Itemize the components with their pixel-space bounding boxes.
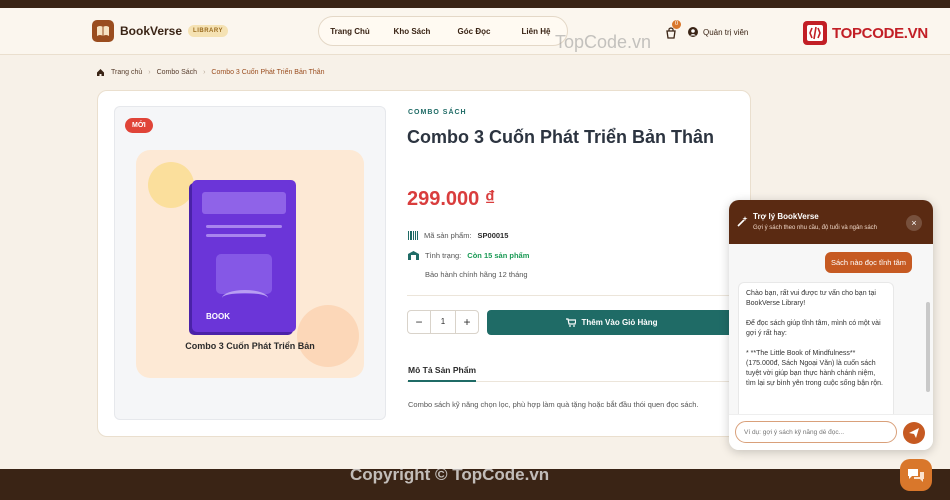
- magic-wand-icon: [737, 216, 748, 227]
- add-to-cart-button[interactable]: Thêm Vào Giỏ Hàng: [487, 310, 737, 335]
- book-cover-box: [216, 254, 272, 294]
- book-cover-line: [206, 234, 266, 237]
- chevron-right-icon: ›: [203, 69, 206, 76]
- increase-qty-button[interactable]: +: [456, 311, 478, 333]
- product-title: Combo 3 Cuốn Phát Triển Bản Thân: [407, 127, 715, 147]
- book-cover-bar: [202, 192, 286, 214]
- book-cover-line: [206, 225, 282, 228]
- chat-toggle-button[interactable]: [900, 459, 932, 491]
- brand-badge: LIBRARY: [188, 25, 228, 37]
- nav-reading-corner[interactable]: Góc Đọc: [443, 27, 505, 36]
- sku-value: SP00015: [477, 231, 509, 240]
- sku-row: Mã sản phẩm: SP00015: [408, 231, 508, 240]
- breadcrumb: Trang chủ › Combo Sách › Combo 3 Cuốn Ph…: [96, 68, 325, 77]
- book-cover-label: BOOK: [206, 312, 230, 321]
- watermark-brand-text: TOPCODE.VN: [832, 24, 928, 42]
- promo-topbar: [0, 0, 950, 8]
- sku-label: Mã sản phẩm:: [424, 231, 472, 240]
- tab-description[interactable]: Mô Tả Sản Phẩm: [408, 365, 477, 382]
- chat-subtitle: Gợi ý sách theo nhu cầu, độ tuổi và ngân…: [753, 225, 878, 231]
- bot-message: Chào bạn, rất vui được tư vấn cho bạn tạ…: [738, 282, 894, 414]
- book-cover-arc: [222, 290, 268, 306]
- book-cover-illustration: BOOK: [192, 180, 296, 332]
- cart-plus-icon: [566, 318, 577, 327]
- bot-message-paragraph: Chào bạn, rất vui được tư vấn cho bạn tạ…: [746, 290, 876, 307]
- watermark-brand: TOPCODE.VN: [802, 20, 928, 46]
- send-icon: [909, 428, 919, 438]
- admin-menu[interactable]: Quản trị viên: [688, 27, 748, 37]
- quantity-value[interactable]: 1: [430, 311, 456, 333]
- chat-input[interactable]: [735, 421, 897, 443]
- topcode-logo-icon: [803, 21, 827, 45]
- chat-bubbles-icon: [908, 469, 924, 482]
- close-icon[interactable]: ×: [906, 215, 922, 231]
- nav-home[interactable]: Trang Chủ: [319, 27, 381, 36]
- main-nav: Trang Chủ Kho Sách Góc Đọc Liên Hệ: [318, 16, 568, 46]
- send-button[interactable]: [903, 422, 925, 444]
- breadcrumb-home[interactable]: Trang chủ: [111, 69, 142, 76]
- decrease-qty-button[interactable]: −: [408, 311, 430, 333]
- chat-header: Trợ lý BookVerse Gợi ý sách theo nhu cầu…: [729, 200, 933, 244]
- watermark-footer: Copyright © TopCode.vn: [350, 465, 550, 484]
- product-price: 299.000 ₫: [407, 188, 496, 210]
- user-icon: [688, 27, 698, 37]
- barcode-icon: [408, 231, 418, 240]
- warranty-row: Bảo hành chính hãng 12 tháng: [425, 270, 528, 279]
- user-message: Sách nào đọc tĩnh tâm: [825, 252, 913, 273]
- breadcrumb-category[interactable]: Combo Sách: [157, 69, 197, 76]
- admin-label: Quản trị viên: [703, 27, 749, 37]
- chat-title: Trợ lý BookVerse: [753, 212, 819, 221]
- bot-message-paragraph: Để đọc sách giúp tĩnh tâm, mình có một v…: [746, 320, 881, 337]
- decor-circle-yellow: [148, 162, 194, 208]
- nav-books[interactable]: Kho Sách: [381, 27, 443, 36]
- product-description: Combo sách kỹ năng chọn lọc, phù hợp làm…: [408, 400, 699, 409]
- chevron-right-icon: ›: [148, 69, 151, 76]
- breadcrumb-current: Combo 3 Cuốn Phát Triển Bản Thân: [211, 69, 325, 76]
- bot-message-paragraph: * **The Little Book of Mindfulness** (17…: [746, 350, 883, 387]
- cart-count-badge: 0: [672, 20, 681, 29]
- chat-widget: Trợ lý BookVerse Gợi ý sách theo nhu cầu…: [729, 200, 933, 450]
- decor-circle-peach: [297, 305, 359, 367]
- divider: [407, 295, 737, 296]
- stock-row: Tình trạng: Còn 15 sản phẩm: [408, 251, 529, 260]
- warranty-text: Bảo hành chính hãng 12 tháng: [425, 270, 528, 279]
- site-logo[interactable]: BookVerse LIBRARY: [92, 20, 228, 42]
- stock-label: Tình trạng:: [425, 251, 462, 260]
- brand-name: BookVerse: [120, 24, 183, 38]
- add-to-cart-label: Thêm Vào Giỏ Hàng: [581, 318, 658, 327]
- quantity-stepper: − 1 +: [407, 310, 479, 334]
- chat-input-bar: [729, 414, 933, 450]
- home-icon: [97, 69, 104, 76]
- warehouse-icon: [408, 251, 419, 260]
- chat-scrollbar[interactable]: [926, 302, 930, 392]
- chat-messages[interactable]: Sách nào đọc tĩnh tâm Chào bạn, rất vui …: [729, 244, 933, 414]
- stock-value: Còn 15 sản phẩm: [467, 251, 530, 260]
- book-logo-icon: [92, 20, 114, 42]
- site-header: BookVerse LIBRARY Trang Chủ Kho Sách Góc…: [0, 8, 950, 55]
- watermark-center: TopCode.vn: [555, 32, 652, 52]
- new-badge: MỚI: [125, 118, 153, 133]
- product-category[interactable]: COMBO SÁCH: [408, 109, 467, 116]
- cover-title: Combo 3 Cuốn Phát Triển Bản: [185, 341, 315, 351]
